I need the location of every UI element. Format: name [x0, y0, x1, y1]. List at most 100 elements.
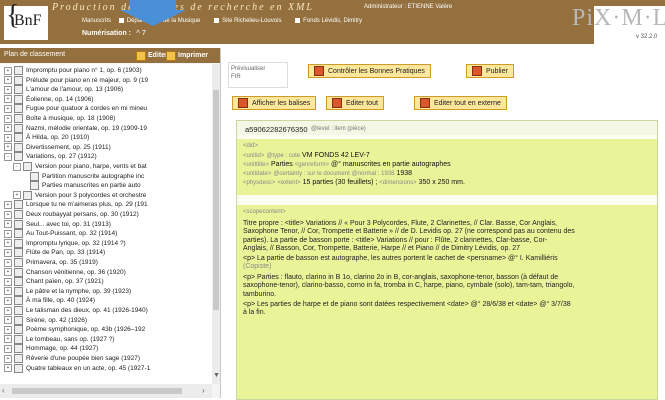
expand-icon[interactable]: +: [4, 229, 12, 238]
previsualiser-button[interactable]: Prévisualiser FIR: [228, 62, 288, 88]
tree-item[interactable]: + Divertissement, op. 25 (1911): [4, 142, 111, 152]
tree-item-label: Rêverie d'une poupée bien sage (1927): [26, 355, 140, 362]
tree-item[interactable]: + Le talisman des dieux, op. 41 (1926-194…: [4, 306, 148, 315]
editer-externe-button[interactable]: Editer tout en externe: [414, 96, 507, 110]
expand-icon[interactable]: +: [4, 133, 12, 142]
tree-item[interactable]: + Le tombeau, sans op. (1927 ?): [4, 334, 115, 344]
left-panel: Plan de classement Editer Imprimer + Impr…: [0, 48, 221, 398]
tree-item[interactable]: Partition manuscrite autographe inc: [22, 171, 145, 181]
scopecontent-paragraph-3[interactable]: <p> Parties : flauto, clarino in B 1o, c…: [243, 274, 643, 299]
expand-icon[interactable]: +: [4, 296, 12, 305]
tree-item[interactable]: + Primavera, op. 35 (1919): [4, 258, 98, 267]
tree-item[interactable]: + Version pour 3 polycordes et orchestre: [13, 190, 146, 200]
expand-icon[interactable]: +: [13, 191, 21, 200]
unittitle-value[interactable]: Parties: [271, 161, 293, 168]
tree-item[interactable]: + Chanson vénitienne, op. 36 (1920): [4, 267, 126, 277]
document-icon: [23, 190, 32, 200]
tree-vertical-scrollbar[interactable]: ▼: [212, 64, 220, 384]
afficher-balises-button[interactable]: Afficher les balises: [232, 96, 317, 110]
tree-item[interactable]: + Poème symphonique, op. 43b (1926–192: [4, 325, 145, 335]
expand-icon[interactable]: +: [4, 268, 12, 277]
expand-icon[interactable]: +: [4, 85, 12, 94]
expand-icon[interactable]: +: [4, 325, 12, 334]
unittitle-tag: <unittitle>: [243, 162, 270, 168]
tree-item[interactable]: + L'amour de l'amour, op. 13 (1906): [4, 85, 123, 95]
expand-icon[interactable]: +: [4, 66, 12, 75]
tree-item[interactable]: + Boîte à musique, op. 18 (1908): [4, 114, 115, 123]
expand-icon[interactable]: +: [4, 239, 12, 248]
expand-icon[interactable]: +: [4, 210, 12, 219]
expand-icon[interactable]: +: [4, 124, 12, 133]
scopecontent-paragraph-1[interactable]: Titre propre : <title> Variations // « P…: [243, 220, 643, 253]
scroll-down-icon[interactable]: ▼: [213, 372, 220, 379]
numerisation-value[interactable]: ^ 7: [136, 30, 146, 37]
tree-item[interactable]: + À ma fille, op. 40 (1924): [4, 296, 95, 306]
breadcrumb-item-fonds[interactable]: Fonds Lévidis, Dimitry: [303, 18, 362, 24]
print-button[interactable]: Imprimer: [166, 50, 208, 61]
expand-icon[interactable]: +: [4, 277, 12, 286]
breadcrumb-item-site[interactable]: Site Richelieu-Louvois: [222, 18, 281, 24]
editer-tout-button[interactable]: Editer tout: [326, 96, 384, 110]
tree-horizontal-scrollbar[interactable]: ‹ ›: [0, 384, 212, 398]
expand-icon[interactable]: +: [4, 200, 12, 209]
genreform-value[interactable]: @° manuscrites en partie autographes: [331, 161, 451, 168]
tree-item[interactable]: + Nazmi, mélodie orientale, op. 19 (1909-…: [4, 123, 147, 133]
tree-item[interactable]: + Seul... avec toi, op. 31 (1913): [4, 219, 111, 229]
expand-icon[interactable]: +: [4, 316, 12, 325]
tree-item[interactable]: + Le pâtre et la nymphe, op. 39 (1923): [4, 286, 131, 296]
tree-item[interactable]: + À Hilda, op. 20 (1910): [4, 133, 89, 143]
tree-item[interactable]: + Sirène, op. 42 (1926): [4, 315, 87, 325]
expand-icon[interactable]: +: [4, 258, 12, 267]
expand-icon[interactable]: +: [4, 354, 12, 363]
tree-item[interactable]: Parties manuscrites en partie auto: [22, 181, 141, 191]
tree-item[interactable]: - Variations, op. 27 (1912): [4, 152, 97, 162]
separator-icon: [295, 18, 301, 23]
expand-icon[interactable]: +: [4, 306, 12, 315]
extent-value[interactable]: 15 parties (30 feuillets) ;: [303, 179, 378, 186]
scroll-right-icon[interactable]: ›: [202, 386, 205, 395]
tree-item[interactable]: + Quatre tableaux en un acte, op. 45 (192…: [4, 363, 150, 373]
scroll-left-icon[interactable]: ‹: [2, 386, 5, 395]
tree-item[interactable]: + Éolienne, op. 14 (1906): [4, 94, 94, 104]
collapse-icon[interactable]: -: [4, 152, 12, 161]
expand-icon[interactable]: +: [4, 104, 12, 113]
expand-icon[interactable]: +: [4, 220, 12, 229]
controler-button[interactable]: Contrôler les Bonnes Pratiques: [308, 64, 431, 78]
expand-icon[interactable]: +: [4, 114, 12, 123]
collapse-icon[interactable]: -: [13, 162, 21, 171]
expand-icon[interactable]: +: [4, 287, 12, 296]
scrollbar-thumb[interactable]: [213, 90, 219, 310]
expand-icon[interactable]: +: [4, 344, 12, 353]
expand-icon[interactable]: +: [4, 95, 12, 104]
tree-item-label: Partition manuscrite autographe inc: [42, 172, 145, 180]
edit-button[interactable]: Editer: [136, 50, 168, 61]
tree-item[interactable]: + Flûte de Pan, op. 33 (1914): [4, 248, 105, 258]
scopecontent-paragraph-2[interactable]: <p> La partie de basson est autographe, …: [243, 255, 643, 272]
did-block: <did> <unitid> @type : cote VM FONDS 42 …: [237, 139, 657, 195]
tree-item[interactable]: + Prélude pour piano en ré majeur, op. 9 …: [4, 75, 148, 85]
tree-item[interactable]: + Fugue pour quatuor à cordes en mi mineu: [4, 104, 147, 114]
tree-item[interactable]: - Version pour piano, harpe, vents et bat: [13, 162, 147, 171]
unitdate-value[interactable]: 1938: [396, 170, 412, 177]
expand-icon[interactable]: +: [4, 143, 12, 152]
tree-item[interactable]: + Rêverie d'une poupée bien sage (1927): [4, 354, 140, 363]
tree-item[interactable]: + Impromptu pour piano n° 1, op. 6 (1903): [4, 66, 142, 75]
tree-item[interactable]: + Au Tout-Puissant, op. 32 (1914): [4, 229, 117, 239]
unittitle-line: <unittitle> Parties <genreform> @° manus…: [243, 161, 451, 168]
tree-item[interactable]: + Impromptu lyrique, op. 32 (1914 ?): [4, 238, 126, 248]
scrollbar-thumb[interactable]: [12, 388, 182, 394]
expand-icon[interactable]: +: [4, 335, 12, 344]
document-icon: [14, 152, 23, 162]
expand-icon[interactable]: +: [4, 248, 12, 257]
scopecontent-paragraph-4[interactable]: <p> Les parties de harpe et de piano son…: [243, 301, 643, 318]
tree-item[interactable]: + Deux roubayyat persans, op. 30 (1912): [4, 210, 139, 219]
expand-icon[interactable]: +: [4, 364, 12, 373]
expand-icon[interactable]: +: [4, 76, 12, 85]
tree-item[interactable]: + Chant païen, op. 37 (1921): [4, 277, 104, 287]
tree-item[interactable]: + Lorsque tu ne m'aimeras plus, op. 29 (1…: [4, 200, 148, 210]
dimensions-value[interactable]: 350 x 250 mm.: [419, 179, 465, 186]
tree-item[interactable]: + Hommage, op. 44 (1927): [4, 344, 98, 354]
unitid-value[interactable]: VM FONDS 42 LEV-7: [302, 152, 370, 159]
publier-button[interactable]: Publier: [466, 64, 514, 78]
breadcrumb-item-manuscrits[interactable]: Manuscrits: [82, 18, 111, 24]
